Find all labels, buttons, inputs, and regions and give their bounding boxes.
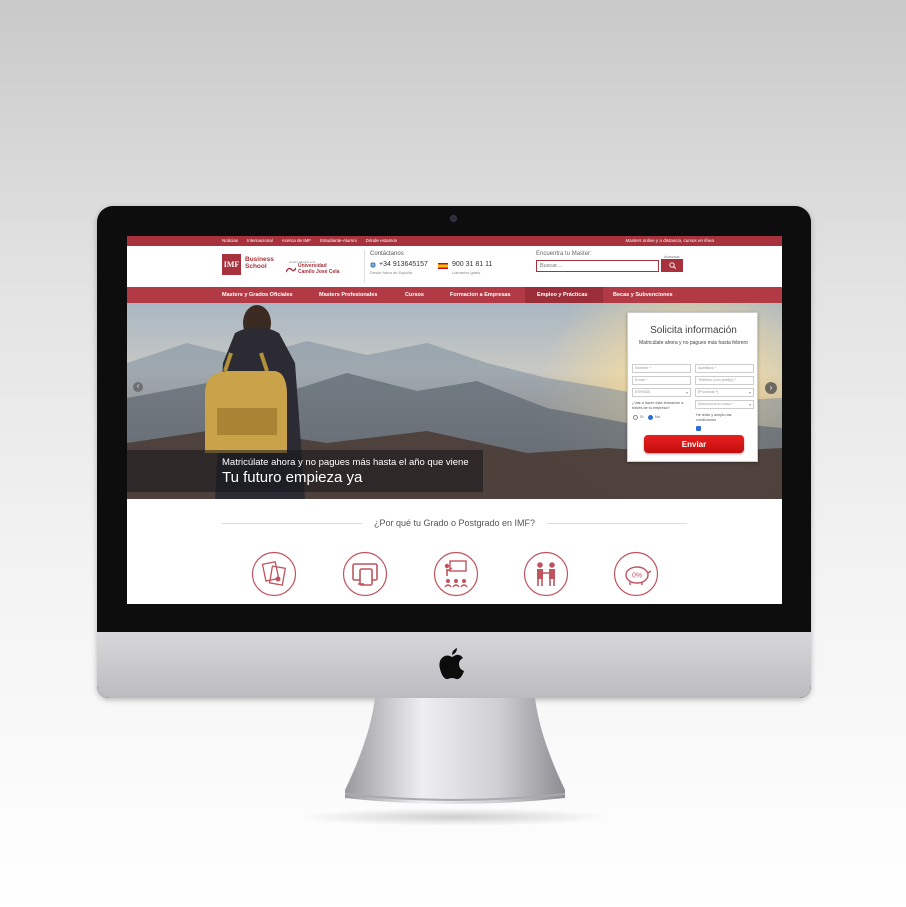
globe-icon [370,262,376,268]
top-links: Noticias Internacional Acerca de IMF Est… [222,238,397,243]
slider-prev-button[interactable]: ‹ [133,382,143,392]
nav-empleo-practicas[interactable]: Empleo y Prácticas [537,292,587,298]
partner-line-2: Camilo José Cela [298,268,340,275]
logo-line-2: School [245,263,267,270]
telefono-field[interactable]: Teléfono (con prefijo) * [695,376,754,385]
teacher-icon [433,551,479,597]
search-button[interactable] [661,259,683,272]
nav-cursos[interactable]: Cursos [405,292,424,298]
phone-international-sub: Desde fuera de España [370,270,413,275]
people-icon [523,551,569,597]
nav-masters-profesionales[interactable]: Masters Profesionales [319,292,377,298]
search-input[interactable] [536,260,659,272]
radio-si[interactable] [633,415,638,420]
why-divider-right [547,523,687,524]
certificates-icon [251,551,297,597]
radio-no[interactable] [648,415,653,420]
chevron-down-icon: ▾ [748,390,751,395]
hero-caption-main: Tu futuro empieza ya [222,469,363,486]
chevron-down-icon: ▾ [748,402,751,407]
main-nav: Masters y Grados Oficiales Masters Profe… [127,287,782,303]
slider-next-button[interactable]: › [765,382,777,394]
empresa-question: ¿Vas a hacer esta formación a través de … [632,401,684,410]
nav-formacion-empresas[interactable]: Formacion a Empresas [450,292,511,298]
hero-caption-sub: Matricúlate ahora y no pagues más hasta … [222,457,469,468]
search-icon [668,262,676,269]
header-divider [364,250,365,283]
hero-slider: ‹ › Matricúlate ahora y no pagues más ha… [127,303,782,499]
top-link-noticias[interactable]: Noticias [222,238,238,243]
legal-text: He leído y acepto las condiciones [696,413,732,422]
phone-spain-sub: Llámanos gratis [452,270,481,275]
logo-text: Business School [245,256,274,270]
top-link-donde[interactable]: Dónde estamos [366,238,398,243]
spain-flag-icon [438,263,448,269]
site-header: IMF Business School Centro adscrito a la… [127,246,782,287]
nombre-field[interactable]: Nombre * [632,364,691,373]
phone-international[interactable]: +34 913645157 [379,261,428,268]
ucjc-logo-icon [286,267,296,273]
imac-stand [344,698,566,804]
browser-screen: Noticias Internacional Acerca de IMF Est… [127,236,782,604]
partner-name[interactable]: Universidad Camilo José Cela [298,263,340,275]
piggy-bank-icon: 0% [613,551,659,597]
nav-masters-grados[interactable]: Masters y Grados Oficiales [222,292,293,298]
nav-becas[interactable]: Becas y Subvenciones [613,292,673,298]
radio-no-label: No [655,415,660,419]
apellidos-field[interactable]: Apellidos * [695,364,754,373]
phone-spain[interactable]: 900 31 81 11 [452,261,492,268]
top-link-internacional[interactable]: Internacional [247,238,273,243]
contact-title: Contáctanos [370,251,404,257]
radio-si-label: Sí [640,415,644,419]
floor-shadow [300,808,610,826]
info-request-form: Solicita información Matricúlate ahora y… [627,312,758,462]
why-title: ¿Por qué tu Grado o Postgrado en IMF? [373,518,536,528]
email-field[interactable]: Email * [632,376,691,385]
apple-logo-icon [439,648,464,680]
imf-logo[interactable]: IMF [222,254,241,275]
curso-select-value: Selecciona tu curso * [698,402,734,406]
chevron-down-icon: ▾ [685,390,688,395]
percent-label: 0% [632,573,642,580]
top-utility-bar: Noticias Internacional Acerca de IMF Est… [127,236,782,246]
legal-checkbox[interactable] [696,426,701,431]
top-link-acerca[interactable]: Acerca de IMF [282,238,311,243]
form-subtitle: Matricúlate ahora y no pagues más hasta … [639,340,748,346]
imac-monitor: Noticias Internacional Acerca de IMF Est… [97,206,811,698]
topbar-tagline: Masters online y a distancia, cursos en … [625,238,714,243]
camera-icon [450,215,457,222]
why-divider-left [222,523,362,524]
enviar-button[interactable]: Enviar [644,435,744,453]
logo-line-1: Business [245,256,274,263]
form-title: Solicita información [650,325,737,336]
top-link-estudiante[interactable]: Estudiante-Alumni [320,238,357,243]
curso-select[interactable]: Selecciona tu curso * ▾ [695,400,754,409]
pais-select-value: ESPAÑA [635,390,651,394]
search-title: Encuentra tu Master: [536,251,592,257]
provincia-select[interactable]: [Provincia *] ▾ [695,388,754,397]
devices-icon [342,551,388,597]
provincia-select-value: [Provincia *] [698,390,719,394]
pais-select[interactable]: ESPAÑA ▾ [632,388,691,397]
